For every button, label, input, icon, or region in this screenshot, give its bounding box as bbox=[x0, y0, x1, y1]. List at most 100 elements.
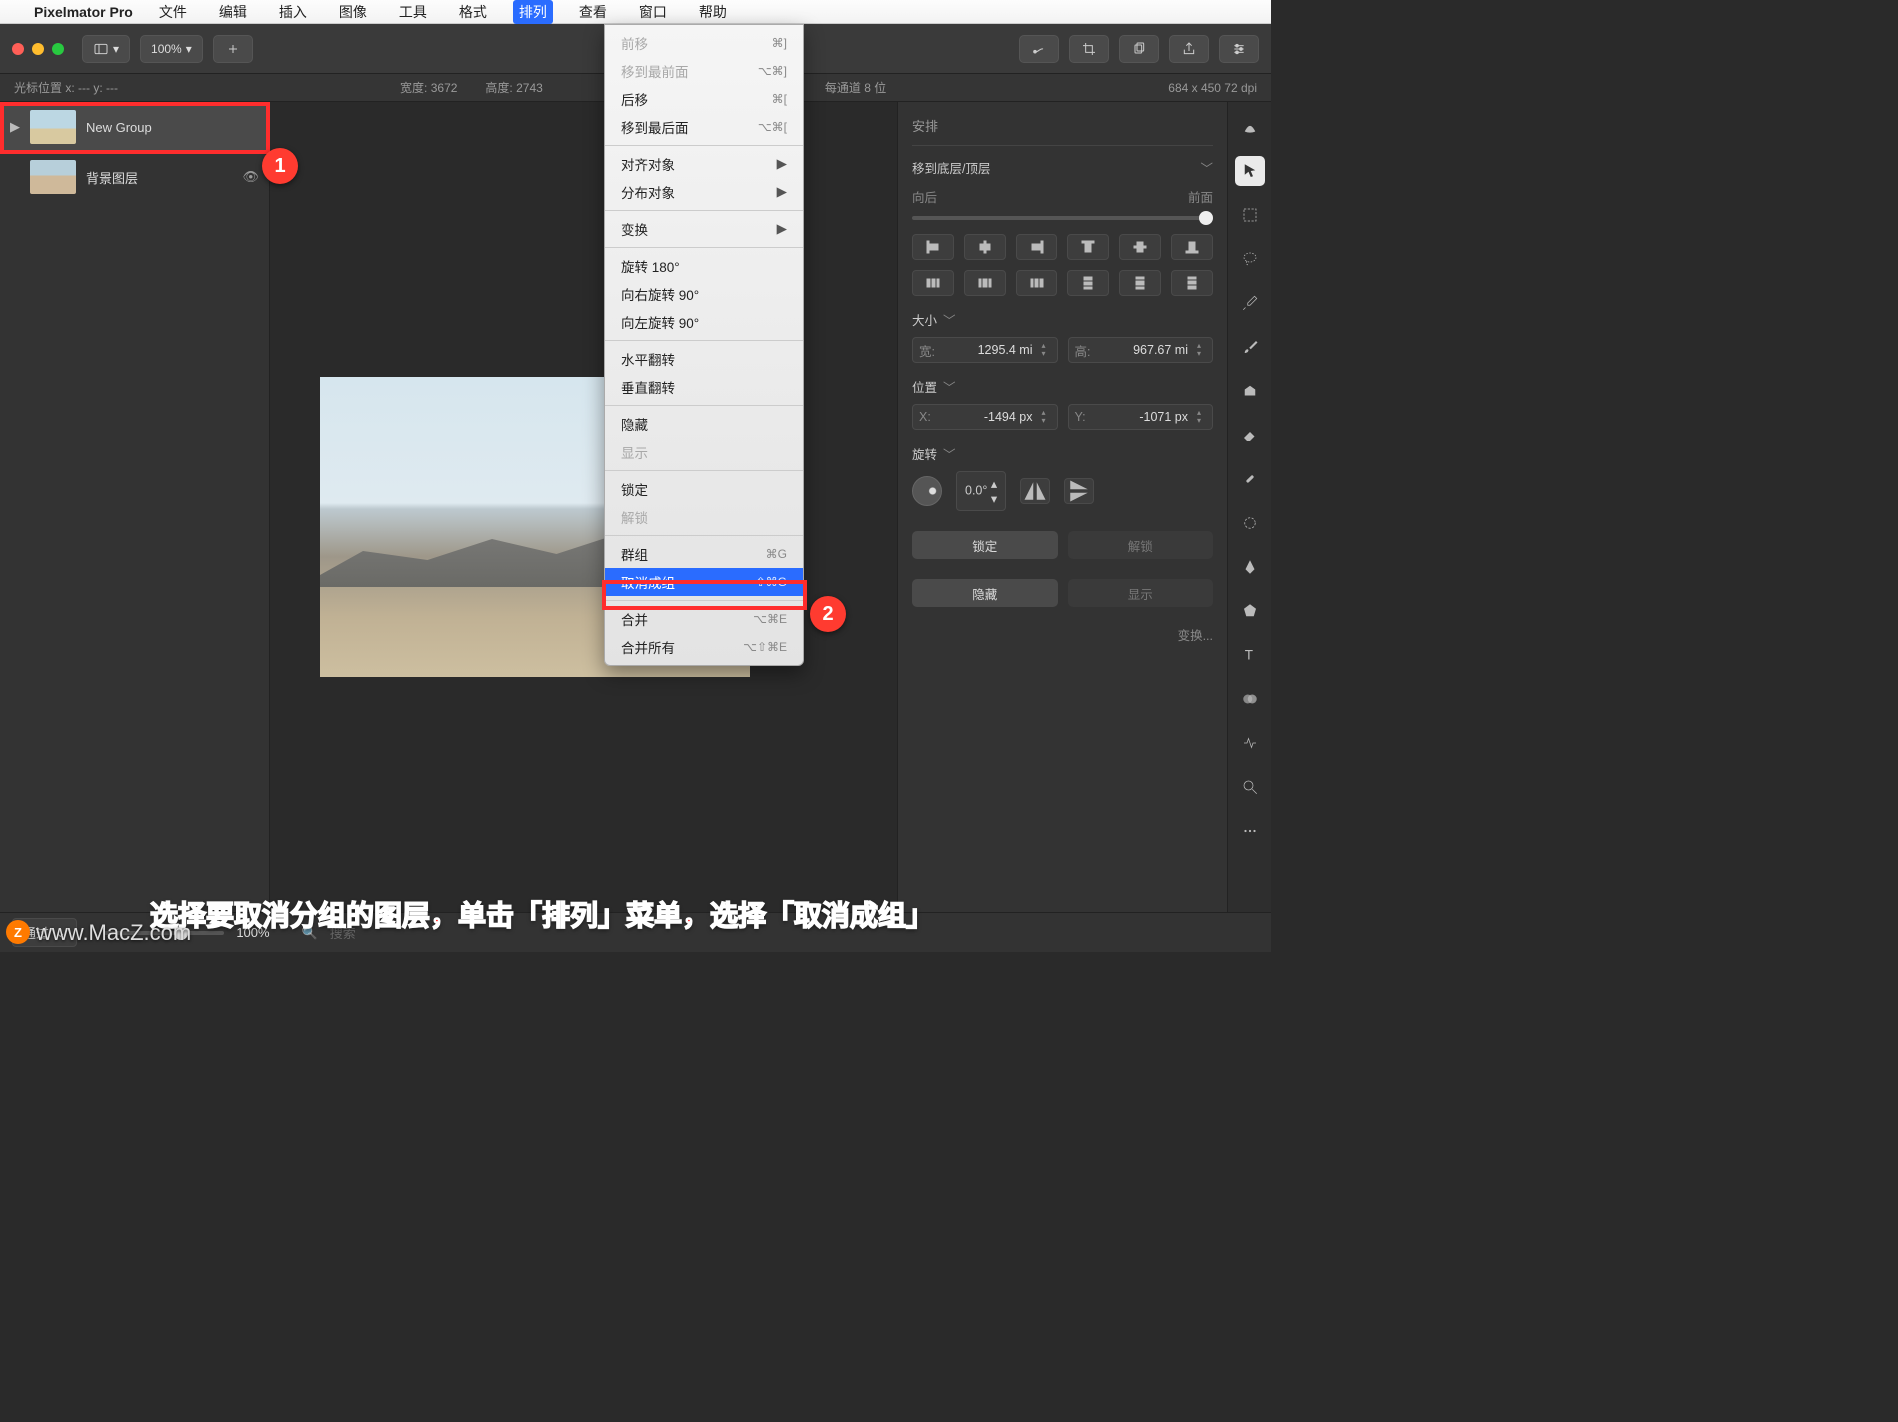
distribute-row bbox=[912, 270, 1213, 296]
menu-item[interactable]: 后移⌘[ bbox=[605, 85, 803, 113]
style-tool-icon[interactable] bbox=[1235, 112, 1265, 142]
add-button[interactable] bbox=[213, 35, 253, 63]
eraser-tool-icon[interactable] bbox=[1235, 420, 1265, 450]
order-slider[interactable] bbox=[912, 216, 1213, 220]
transform-link[interactable]: 变换... bbox=[912, 625, 1213, 644]
menu-item[interactable]: 合并⌥⌘E bbox=[605, 605, 803, 633]
shape-tool-icon[interactable] bbox=[1235, 508, 1265, 538]
order-label[interactable]: 移到底层/顶层 bbox=[912, 158, 990, 177]
layer-thumbnail bbox=[30, 110, 76, 144]
layer-thumbnail bbox=[30, 160, 76, 194]
flip-vertical-button[interactable] bbox=[1064, 478, 1094, 504]
brush-tool-icon[interactable] bbox=[1235, 332, 1265, 362]
cursor-pos: 光标位置 x: --- y: --- bbox=[14, 79, 118, 96]
settings-button[interactable] bbox=[1219, 35, 1259, 63]
menu-item[interactable]: 向左旋转 90° bbox=[605, 308, 803, 336]
duplicate-button[interactable] bbox=[1119, 35, 1159, 63]
rotation-value[interactable]: 0.0° ▴▾ bbox=[956, 471, 1006, 511]
layer-name: New Group bbox=[86, 120, 152, 135]
hide-button[interactable]: 隐藏 bbox=[912, 579, 1058, 607]
maximize-window-icon[interactable] bbox=[52, 43, 64, 55]
menu-item[interactable]: 向右旋转 90° bbox=[605, 280, 803, 308]
align-center-v-button[interactable] bbox=[1119, 234, 1161, 260]
text-tool-icon[interactable]: T bbox=[1235, 640, 1265, 670]
more-tools-icon[interactable] bbox=[1235, 816, 1265, 846]
menu-item[interactable]: 取消成组⇧⌘G bbox=[605, 568, 803, 596]
chevron-down-icon[interactable]: ﹀ bbox=[1200, 158, 1213, 177]
lock-button[interactable]: 锁定 bbox=[912, 531, 1058, 559]
pen-tool-icon[interactable] bbox=[1235, 552, 1265, 582]
menu-item[interactable]: 分布对象▶ bbox=[605, 178, 803, 206]
lasso-tool-icon[interactable] bbox=[1235, 244, 1265, 274]
minimize-window-icon[interactable] bbox=[32, 43, 44, 55]
gradient-tool-icon[interactable] bbox=[1235, 684, 1265, 714]
dist-h-left-button[interactable] bbox=[912, 270, 954, 296]
y-field[interactable]: Y:-1071 px▴▾ bbox=[1068, 404, 1214, 430]
dist-v-top-button[interactable] bbox=[1067, 270, 1109, 296]
chevron-down-icon: ﹀ bbox=[943, 310, 956, 329]
unlock-button[interactable]: 解锁 bbox=[1068, 531, 1214, 559]
menu-item[interactable]: 隐藏 bbox=[605, 410, 803, 438]
size-section[interactable]: 大小﹀ bbox=[912, 310, 1213, 329]
x-field[interactable]: X:-1494 px▴▾ bbox=[912, 404, 1058, 430]
menu-item[interactable]: 变换▶ bbox=[605, 215, 803, 243]
layer-group-row[interactable]: ▶ New Group bbox=[0, 102, 269, 152]
menu-item[interactable]: 旋转 180° bbox=[605, 252, 803, 280]
width-field[interactable]: 宽:1295.4 mi▴▾ bbox=[912, 337, 1058, 363]
rotation-dial[interactable] bbox=[912, 476, 942, 506]
dist-v-center-button[interactable] bbox=[1119, 270, 1161, 296]
align-center-h-button[interactable] bbox=[964, 234, 1006, 260]
menu-item[interactable]: 对齐对象▶ bbox=[605, 150, 803, 178]
layer-bg-row[interactable]: 背景图层 👁 bbox=[0, 152, 269, 202]
heal-tool-icon[interactable] bbox=[1235, 464, 1265, 494]
menu-item[interactable]: 合并所有⌥⇧⌘E bbox=[605, 633, 803, 661]
visibility-eye-icon[interactable]: 👁 bbox=[242, 169, 259, 185]
align-left-button[interactable] bbox=[912, 234, 954, 260]
menu-edit[interactable]: 编辑 bbox=[213, 0, 253, 24]
rotation-section[interactable]: 旋转﹀ bbox=[912, 444, 1213, 463]
fill-tool-icon[interactable] bbox=[1235, 376, 1265, 406]
zoom-select[interactable]: 100%▾ bbox=[140, 35, 203, 63]
menu-item[interactable]: 垂直翻转 bbox=[605, 373, 803, 401]
position-section[interactable]: 位置﹀ bbox=[912, 377, 1213, 396]
show-button[interactable]: 显示 bbox=[1068, 579, 1214, 607]
polygon-tool-icon[interactable] bbox=[1235, 596, 1265, 626]
dist-h-center-button[interactable] bbox=[964, 270, 1006, 296]
sidebar-toggle-button[interactable]: ▾ bbox=[82, 35, 130, 63]
menu-view[interactable]: 查看 bbox=[573, 0, 613, 24]
menu-item[interactable]: 群组⌘G bbox=[605, 540, 803, 568]
dist-h-right-button[interactable] bbox=[1016, 270, 1058, 296]
svg-text:T: T bbox=[1244, 648, 1252, 663]
menu-insert[interactable]: 插入 bbox=[273, 0, 313, 24]
flip-horizontal-button[interactable] bbox=[1020, 478, 1050, 504]
close-window-icon[interactable] bbox=[12, 43, 24, 55]
menu-help[interactable]: 帮助 bbox=[693, 0, 733, 24]
align-top-button[interactable] bbox=[1067, 234, 1109, 260]
arrow-tool-icon[interactable] bbox=[1235, 156, 1265, 186]
align-bottom-button[interactable] bbox=[1171, 234, 1213, 260]
menu-window[interactable]: 窗口 bbox=[633, 0, 673, 24]
menu-tools[interactable]: 工具 bbox=[393, 0, 433, 24]
mac-menubar: Pixelmator Pro 文件 编辑 插入 图像 工具 格式 排列 查看 窗… bbox=[0, 0, 1271, 24]
menu-item[interactable]: 锁定 bbox=[605, 475, 803, 503]
callout-1: 1 bbox=[262, 148, 298, 184]
zoom-tool-icon[interactable] bbox=[1235, 772, 1265, 802]
app-name[interactable]: Pixelmator Pro bbox=[34, 4, 133, 20]
menu-file[interactable]: 文件 bbox=[153, 0, 193, 24]
align-right-button[interactable] bbox=[1016, 234, 1058, 260]
crop-button[interactable] bbox=[1069, 35, 1109, 63]
disclosure-triangle-icon[interactable]: ▶ bbox=[10, 119, 20, 135]
chevron-down-icon: ﹀ bbox=[943, 377, 956, 396]
menu-arrange[interactable]: 排列 bbox=[513, 0, 553, 24]
menu-image[interactable]: 图像 bbox=[333, 0, 373, 24]
height-field[interactable]: 高:967.67 mi▴▾ bbox=[1068, 337, 1214, 363]
menu-item[interactable]: 移到最后面⌥⌘[ bbox=[605, 113, 803, 141]
dist-v-bottom-button[interactable] bbox=[1171, 270, 1213, 296]
color-adjust-button[interactable] bbox=[1019, 35, 1059, 63]
menu-format[interactable]: 格式 bbox=[453, 0, 493, 24]
effects-tool-icon[interactable] bbox=[1235, 728, 1265, 758]
eyedropper-tool-icon[interactable] bbox=[1235, 288, 1265, 318]
marquee-tool-icon[interactable] bbox=[1235, 200, 1265, 230]
share-button[interactable] bbox=[1169, 35, 1209, 63]
menu-item[interactable]: 水平翻转 bbox=[605, 345, 803, 373]
